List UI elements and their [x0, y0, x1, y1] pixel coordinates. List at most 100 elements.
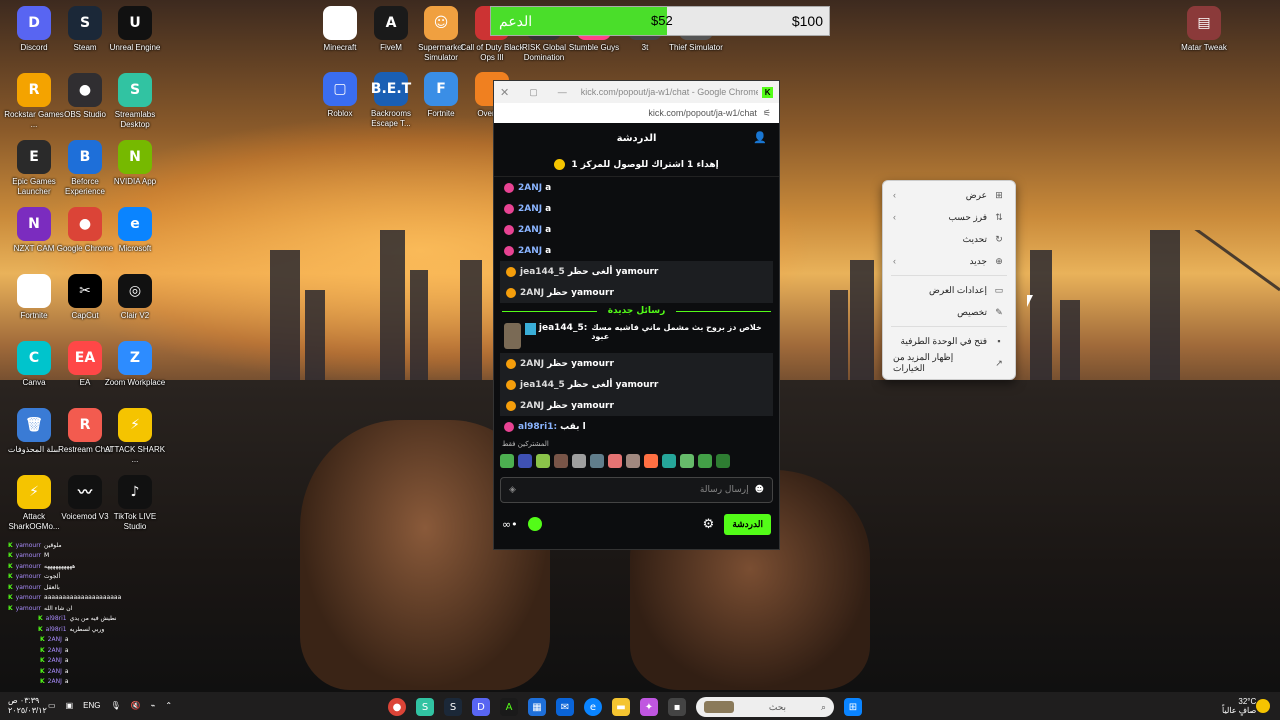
wifi-icon[interactable]: ⌁	[151, 701, 156, 710]
user-add-icon[interactable]: 👤	[753, 131, 767, 144]
context-menu-item[interactable]: تحديث ↻	[883, 228, 1015, 250]
desktop-icon[interactable]: U Unreal Engine	[102, 6, 168, 53]
close-icon[interactable]: ✕	[500, 86, 509, 99]
context-menu-item[interactable]: ‹ جديد ⊕	[883, 250, 1015, 272]
kick-icon: K	[40, 636, 45, 644]
address-bar[interactable]: kick.com/popout/ja-w1/chat ⚟	[494, 103, 779, 123]
emote-button[interactable]	[536, 454, 550, 468]
emote-button[interactable]	[698, 454, 712, 468]
overlay-text: a	[64, 678, 69, 686]
chat-username[interactable]: 2ANJ	[518, 225, 542, 235]
overlay-username: 2ANJ	[47, 678, 62, 686]
app-icon: ◎	[118, 274, 152, 308]
minimize-icon[interactable]: —	[558, 87, 567, 97]
app-icon: A	[374, 6, 408, 40]
kick-coin-icon[interactable]	[527, 517, 542, 531]
steam-taskbar-icon[interactable]: S	[444, 698, 462, 716]
taskbar-search[interactable]: بحث ⌕	[696, 697, 834, 717]
chrome-taskbar-icon[interactable]: ●	[388, 698, 406, 716]
windows-start-icon[interactable]: ⊞	[844, 698, 862, 716]
notification-icon[interactable]: ▭	[48, 701, 56, 710]
chat-username[interactable]: 2ANJ	[518, 246, 542, 256]
badge-icon	[506, 287, 516, 298]
clock[interactable]: ٠٣:٣٩ ص ٢٠٢٥/٠٣/١٢	[8, 696, 47, 716]
chat-username[interactable]: al98ri1:	[518, 422, 557, 432]
emote-button[interactable]	[662, 454, 676, 468]
chat-username[interactable]: 2ANJ	[520, 359, 544, 369]
overlay-chat-line: Kal98ri1 وربي لسطريه	[8, 624, 208, 635]
gear-icon[interactable]: ⚙	[703, 517, 715, 532]
chat-username[interactable]: 2ANJ	[518, 183, 542, 193]
featured-message: jea144_5: خلاص دز بروح بث مشمل ماني فاشي…	[494, 319, 779, 353]
outlook-taskbar-icon[interactable]: ✉	[556, 698, 574, 716]
chat-username[interactable]: 2ANJ	[518, 204, 542, 214]
app-taskbar-icon[interactable]: ▪	[668, 698, 686, 716]
weather[interactable]: 32°C صافٍ عالياً	[1222, 697, 1256, 715]
chat-username[interactable]: 2ANJ	[520, 401, 544, 411]
desktop-icon[interactable]: N NVIDIA App	[102, 140, 168, 187]
context-menu-item[interactable]: ‹ فرز حسب ⇅	[883, 206, 1015, 228]
emote-button[interactable]	[716, 454, 730, 468]
desktop-icon-label: Unreal Engine	[109, 43, 161, 52]
emote-button[interactable]	[554, 454, 568, 468]
badge-icon	[504, 245, 514, 256]
mic-icon[interactable]: 🎙	[110, 701, 120, 710]
emote-button[interactable]	[590, 454, 604, 468]
mute-icon[interactable]: 🔇	[131, 701, 141, 710]
desktop-icon[interactable]: Z Zoom Workplace	[102, 341, 168, 388]
site-settings-icon[interactable]: ⚟	[763, 108, 771, 119]
folder-taskbar-icon[interactable]: ▬	[612, 698, 630, 716]
context-menu-item[interactable]: إعدادات العرض ▭	[883, 279, 1015, 301]
app-icon: R	[68, 408, 102, 442]
desktop-icon[interactable]: S Streamlabs Desktop	[102, 73, 168, 130]
context-menu-item[interactable]: فتح في الوحدة الطرفية ▪	[883, 330, 1015, 352]
chat-text: a	[545, 245, 552, 256]
emoji-icon[interactable]: ☻	[755, 485, 764, 495]
emote-button[interactable]	[644, 454, 658, 468]
overlay-username: yamourr	[15, 604, 42, 612]
store-taskbar-icon[interactable]: ▦	[528, 698, 546, 716]
window-titlebar[interactable]: ✕ ▢ — kick.com/popout/ja-w1/chat - Googl…	[494, 81, 779, 103]
context-menu-item[interactable]: ‹ عرض ⊞	[883, 184, 1015, 206]
context-menu-item[interactable]: إظهار المزيد من الخيارات ↗	[883, 352, 1015, 374]
desktop-icon[interactable]: ◎ Clair V2	[102, 274, 168, 321]
chat-username[interactable]: jea144_5	[520, 380, 565, 390]
fivem-taskbar-icon[interactable]: A	[500, 698, 518, 716]
overlay-chat-line: Kyamourr ههههههههههه	[8, 561, 208, 572]
desktop-icon-matar-tweak[interactable]: ▤ Matar Tweak	[1171, 6, 1237, 53]
discord-taskbar-icon[interactable]: D	[472, 698, 490, 716]
overlay-text: M	[44, 552, 50, 560]
desktop-icon-label: ATTACK SHARK ...	[104, 445, 166, 464]
streamlabs-taskbar-icon[interactable]: S	[416, 698, 434, 716]
kick-icon: K	[8, 604, 13, 612]
maximize-icon[interactable]: ▢	[529, 87, 538, 98]
emote-button[interactable]	[680, 454, 694, 468]
emote-button[interactable]	[626, 454, 640, 468]
kick-chat-window: ✕ ▢ — kick.com/popout/ja-w1/chat - Googl…	[493, 80, 780, 550]
display-icon[interactable]: ▣	[66, 701, 74, 710]
desktop-context-menu: ‹ عرض ⊞ ‹ فرز حسب ⇅ تحديث ↻ ‹ جديد ⊕ إعدادات العرض ▭…	[882, 180, 1016, 380]
context-menu-item[interactable]: تخصيص ✎	[883, 301, 1015, 323]
infinity-icon[interactable]: ∞•	[502, 518, 518, 531]
app-icon: ⚡	[17, 475, 51, 509]
language-indicator[interactable]: ENG	[83, 701, 100, 710]
emote-button[interactable]	[572, 454, 586, 468]
shield-icon[interactable]: ◈	[509, 485, 516, 495]
desktop-icon-label: Streamlabs Desktop	[114, 110, 156, 129]
emote-button[interactable]	[608, 454, 622, 468]
emote-button[interactable]	[518, 454, 532, 468]
desktop-icon[interactable]: ⚡ ATTACK SHARK ...	[102, 408, 168, 465]
chat-send-button[interactable]: الدردشة	[724, 513, 771, 535]
edge-taskbar-icon[interactable]: e	[584, 698, 602, 716]
desktop-icon[interactable]: ♪ TikTok LIVE Studio	[102, 475, 168, 532]
chat-username[interactable]: 2ANJ	[520, 288, 544, 298]
mouse-cursor	[1027, 295, 1033, 307]
chat-input[interactable]: ◈ إرسال رسالة ☻	[500, 477, 773, 503]
emote-button[interactable]	[500, 454, 514, 468]
overlay-username: yamourr	[15, 573, 42, 581]
copilot-taskbar-icon[interactable]: ✦	[640, 698, 658, 716]
desktop-icon[interactable]: e Microsoft	[102, 207, 168, 254]
chat-username[interactable]: jea144_5	[520, 267, 565, 277]
chevron-up-icon[interactable]: ⌃	[165, 701, 172, 710]
featured-user[interactable]: jea144_5:	[539, 323, 587, 333]
